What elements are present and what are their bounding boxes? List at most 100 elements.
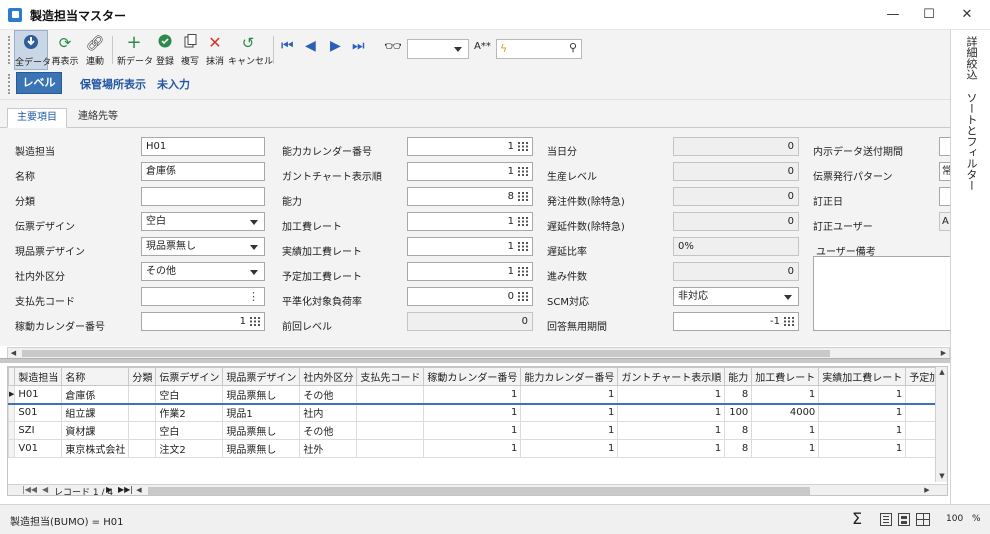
operating-calendar-input[interactable]: 1 [141, 312, 265, 331]
first-record-icon[interactable]: |◀◀ [22, 485, 37, 494]
slip-design-select[interactable]: 空白 [141, 212, 265, 231]
list-view-icon[interactable] [898, 513, 910, 526]
actual-rate-input[interactable]: 1 [407, 237, 533, 256]
column-header[interactable]: 能力 [724, 367, 753, 386]
tab-contacts[interactable]: 連絡先等 [70, 108, 126, 128]
register-button[interactable]: 登録 [153, 30, 177, 70]
column-header[interactable]: 能力カレンダー番号 [520, 367, 619, 386]
column-header[interactable]: 分類 [128, 367, 157, 386]
previous-record-icon[interactable]: ◀ [42, 485, 48, 494]
link-button[interactable]: 🔗︎ 連動 [82, 30, 108, 70]
field-label: 内示データ送付期間 [813, 147, 903, 158]
binoculars-icon[interactable]: 👓︎ [384, 39, 402, 55]
more-options-icon[interactable]: ⋮ [248, 288, 259, 305]
copy-button[interactable]: 複写 [178, 30, 202, 70]
table-row[interactable]: V01東京株式会社注文2現品票無し社外1118111 [8, 439, 947, 458]
column-header[interactable]: 社内外区分 [299, 367, 358, 386]
scroll-up-icon[interactable]: ▲ [936, 367, 947, 378]
correction-date-input[interactable] [939, 187, 950, 206]
field-label: 生産レベル [547, 172, 597, 183]
calculator-icon[interactable] [518, 217, 529, 226]
font-setting-label[interactable]: A** [474, 41, 491, 52]
redisplay-button[interactable]: ⟳ 再表示 [50, 30, 80, 70]
plus-icon: + [126, 32, 142, 53]
sigma-icon[interactable]: Σ [852, 509, 862, 528]
storage-display-link[interactable]: 保管場所表示 [80, 76, 146, 92]
zoom-level[interactable]: 100 [946, 514, 963, 524]
column-header[interactable]: ガントチャート表示順 [617, 367, 726, 386]
gantt-order-input[interactable]: 1 [407, 162, 533, 181]
all-data-button[interactable]: 全データ [14, 30, 51, 70]
name-input[interactable]: 倉庫係 [141, 162, 265, 181]
leveling-load-input[interactable]: 0 [407, 287, 533, 306]
scm-support-select[interactable]: 非対応 [673, 287, 799, 306]
ahead-count-readonly: 0 [673, 262, 799, 281]
column-header[interactable]: 実績加工費レート [818, 367, 907, 386]
next-record-icon[interactable]: ▶ [330, 38, 341, 54]
capacity-input[interactable]: 8 [407, 187, 533, 206]
sort-filter-tab[interactable]: ソートとフィルター [963, 92, 979, 191]
calculator-icon[interactable] [518, 192, 529, 201]
cancel-button[interactable]: ↺ キャンセル [228, 30, 273, 70]
column-header[interactable]: 伝票デザイン [155, 367, 224, 386]
column-header[interactable]: 名称 [61, 367, 130, 386]
slip-pattern-select[interactable]: 常 [939, 162, 950, 181]
inout-category-select[interactable]: その他 [141, 262, 265, 281]
table-row[interactable]: SZI資材課空白現品票無しその他1118111 [8, 421, 947, 440]
calculator-icon[interactable] [518, 142, 529, 151]
grid-view-icon[interactable] [916, 513, 930, 526]
last-record-icon[interactable]: ⏭ [352, 38, 365, 54]
secondary-toolbar: レベル 保管場所表示 未入力 [0, 70, 950, 100]
next-record-icon[interactable]: ▶ [106, 485, 112, 494]
scroll-down-icon[interactable]: ▼ [936, 471, 947, 482]
payee-code-input[interactable]: ⋮ [141, 287, 265, 306]
user-remarks-textarea[interactable] [813, 256, 950, 331]
search-icon[interactable]: ⚲ [569, 41, 577, 54]
scroll-right-icon[interactable]: ▶ [922, 485, 932, 495]
grid-vertical-scrollbar[interactable]: ▲ ▼ [935, 367, 947, 482]
field-label: 前回レベル [282, 322, 332, 333]
column-header[interactable]: 製造担当 [14, 367, 63, 386]
column-header[interactable]: 現品票デザイン [222, 367, 301, 386]
scroll-thumb[interactable] [22, 350, 830, 357]
maximize-button[interactable]: ☐ [912, 0, 946, 30]
search-field-select[interactable] [407, 39, 469, 59]
scroll-thumb[interactable] [148, 487, 810, 495]
advance-send-period-input[interactable] [939, 137, 950, 156]
planned-rate-input[interactable]: 1 [407, 262, 533, 281]
last-record-icon[interactable]: ▶▶| [118, 485, 133, 494]
column-header[interactable]: 稼動カレンダー番号 [423, 367, 522, 386]
table-row[interactable]: S01組立課作業2現品1社内111100400011 [8, 403, 947, 422]
minimize-button[interactable]: — [876, 0, 910, 30]
form-view-icon[interactable] [880, 513, 892, 526]
processing-rate-input[interactable]: 1 [407, 212, 533, 231]
first-record-icon[interactable]: ⏮ [281, 38, 294, 54]
no-reply-period-input[interactable]: -1 [673, 312, 799, 331]
field-label: 進み件数 [547, 272, 587, 283]
scroll-left-icon[interactable]: ◀ [134, 485, 144, 495]
detail-search-tab[interactable]: 詳細絞込 [963, 36, 979, 80]
tab-main-items[interactable]: 主要項目 [7, 108, 67, 128]
tag-design-select[interactable]: 現品票無し [141, 237, 265, 256]
table-row[interactable]: ▶ H01倉庫係空白現品票無しその他1118111 [8, 385, 947, 405]
calculator-icon[interactable] [784, 317, 795, 326]
record-counter: レコード 1 / 4 [54, 488, 114, 496]
pane-splitter[interactable] [0, 358, 950, 363]
calculator-icon[interactable] [518, 242, 529, 251]
column-header[interactable]: 加工費レート [751, 367, 820, 386]
close-window-button[interactable]: ✕ [950, 0, 984, 30]
new-data-button[interactable]: + 新データ [117, 30, 153, 70]
unentered-link[interactable]: 未入力 [157, 76, 190, 92]
capacity-calendar-input[interactable]: 1 [407, 137, 533, 156]
previous-record-icon[interactable]: ◀ [305, 38, 316, 54]
calculator-icon[interactable] [518, 292, 529, 301]
calculator-icon[interactable] [518, 267, 529, 276]
calculator-icon[interactable] [518, 167, 529, 176]
level-button[interactable]: レベル [16, 72, 62, 94]
category-input[interactable] [141, 187, 265, 206]
delete-button[interactable]: ✕ 抹消 [203, 30, 227, 70]
calculator-icon[interactable] [250, 317, 261, 326]
manufacturing-code-input[interactable]: H01 [141, 137, 265, 156]
column-header[interactable]: 支払先コード [356, 367, 425, 386]
search-input[interactable]: ϟ ⚲ [496, 39, 582, 59]
